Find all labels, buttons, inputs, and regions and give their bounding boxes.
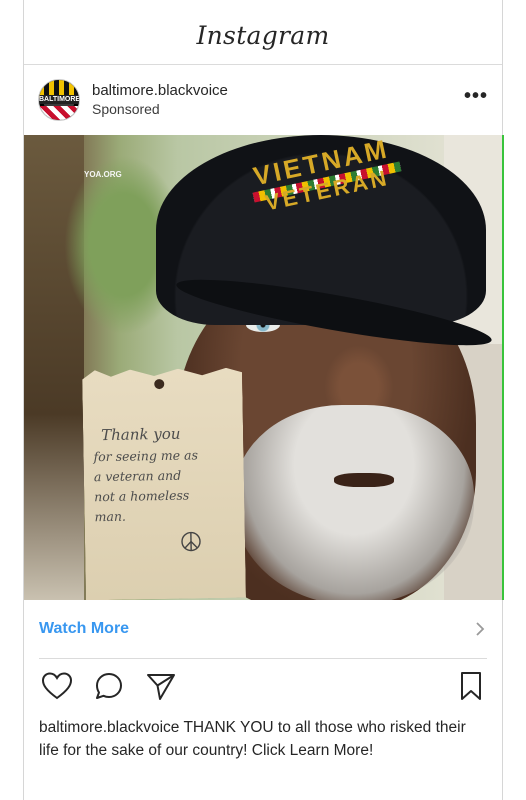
save-button[interactable] bbox=[454, 669, 488, 703]
post-username[interactable]: baltimore.blackvoice bbox=[92, 82, 228, 100]
watch-more-label: Watch More bbox=[39, 620, 130, 637]
portrait-mouth bbox=[334, 473, 394, 487]
portrait-beard bbox=[234, 405, 474, 600]
top-bar: Instagram bbox=[24, 0, 502, 65]
watch-more-cta[interactable]: Watch More bbox=[24, 600, 502, 658]
avatar-flag-bottom bbox=[39, 106, 79, 120]
share-button[interactable] bbox=[144, 669, 178, 703]
instagram-frame: Instagram BALTIMORE baltimore.blackvoice… bbox=[23, 0, 504, 800]
post-header-text: baltimore.blackvoice Sponsored bbox=[92, 82, 228, 118]
note-line: Thank you bbox=[100, 424, 181, 445]
peace-sign-icon bbox=[180, 530, 202, 552]
like-button[interactable] bbox=[40, 669, 74, 703]
note-line: man. bbox=[94, 508, 127, 525]
image-edge-line bbox=[502, 135, 504, 600]
bookmark-icon bbox=[461, 672, 481, 700]
comment-button[interactable] bbox=[92, 669, 126, 703]
instagram-logo[interactable]: Instagram bbox=[196, 21, 329, 50]
post-actions bbox=[24, 659, 502, 713]
note-line: for seeing me as bbox=[93, 447, 199, 465]
heart-icon bbox=[41, 672, 73, 700]
chevron-right-icon bbox=[476, 622, 485, 636]
note-pin-hole bbox=[154, 379, 164, 389]
share-icon bbox=[147, 674, 175, 700]
more-options-button[interactable]: ••• bbox=[464, 86, 488, 106]
caption-username[interactable]: baltimore.blackvoice bbox=[39, 719, 179, 736]
handwritten-note: Thank you for seeing me as a veteran and… bbox=[82, 368, 246, 600]
note-line: a veteran and bbox=[93, 467, 182, 485]
sponsored-label: Sponsored bbox=[92, 101, 160, 117]
note-line: not a homeless bbox=[94, 487, 190, 505]
post-caption: baltimore.blackvoice THANK YOU to all th… bbox=[24, 713, 502, 762]
post-header: BALTIMORE baltimore.blackvoice Sponsored… bbox=[24, 65, 502, 135]
comment-icon bbox=[96, 673, 122, 699]
image-watermark: YOA.ORG bbox=[84, 170, 122, 179]
avatar-logo-text: BALTIMORE bbox=[39, 95, 80, 104]
avatar[interactable]: BALTIMORE bbox=[38, 79, 80, 121]
post-image[interactable]: YOA.ORG VIETNAM VETERAN Thank you for se… bbox=[24, 135, 504, 600]
note-text: Thank you for seeing me as a veteran and… bbox=[93, 423, 240, 528]
